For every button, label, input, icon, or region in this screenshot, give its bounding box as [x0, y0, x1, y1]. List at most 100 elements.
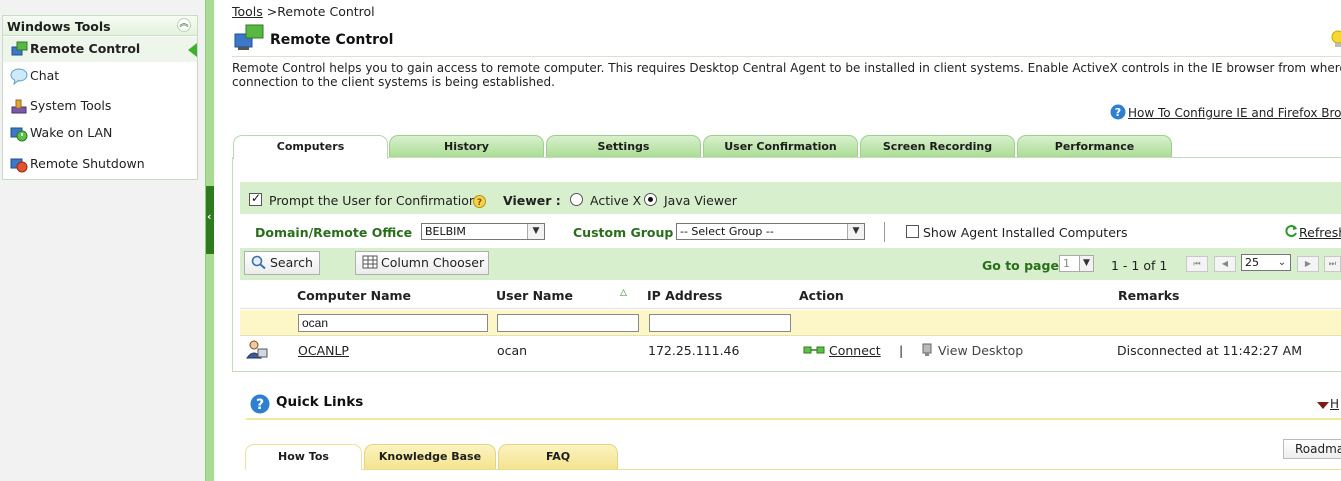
tab-user-confirmation[interactable]: User Confirmation: [703, 135, 858, 158]
quick-tab-how-tos[interactable]: How Tos: [245, 444, 362, 470]
column-header-computer-name[interactable]: Computer Name: [297, 288, 411, 303]
sidebar-item-label: Wake on LAN: [30, 125, 113, 140]
search-button[interactable]: Search: [244, 251, 320, 275]
chevron-down-icon: ▼: [527, 224, 544, 239]
roadmap-button[interactable]: Roadma: [1283, 439, 1341, 459]
column-chooser-button[interactable]: Column Chooser: [355, 251, 489, 275]
breadcrumb: Tools >Remote Control: [232, 4, 375, 19]
chevron-down-icon: ▼: [1079, 256, 1093, 271]
quick-tabs-divider: [246, 469, 1341, 470]
go-to-page-value: 1: [1063, 257, 1070, 270]
action-separator: |: [899, 343, 904, 358]
column-header-user-name[interactable]: User Name: [496, 288, 573, 303]
sidebar-item-label: Remote Control: [30, 41, 141, 56]
svg-text:?: ?: [477, 198, 482, 208]
first-page-icon[interactable]: ⏮: [1186, 256, 1208, 272]
tab-computers[interactable]: Computers: [233, 135, 388, 159]
next-page-icon[interactable]: ▶: [1297, 256, 1319, 272]
custom-group-select[interactable]: -- Select Group -- ▼: [676, 223, 865, 240]
rows-per-page-value: 25: [1245, 256, 1259, 269]
tab-screen-recording[interactable]: Screen Recording: [860, 135, 1015, 158]
sidebar-item-system-tools[interactable]: System Tools: [3, 94, 197, 119]
page-range-text: 1 - 1 of 1: [1111, 258, 1168, 273]
quick-links-help-icon: ?: [250, 394, 270, 414]
user-name-filter-input[interactable]: [497, 314, 639, 332]
sidebar-item-remote-shutdown[interactable]: Remote Shutdown: [3, 152, 197, 177]
show-agent-installed-label: Show Agent Installed Computers: [923, 225, 1128, 240]
column-header-action: Action: [799, 288, 844, 303]
help-icon: ?: [1110, 104, 1126, 120]
computer-user-icon: [246, 340, 268, 359]
chevron-down-icon: ▼: [847, 224, 864, 239]
last-page-icon[interactable]: ⏭: [1324, 256, 1341, 272]
tab-performance[interactable]: Performance: [1017, 135, 1172, 158]
column-chooser-icon: [362, 255, 378, 269]
connect-icon[interactable]: [803, 345, 825, 355]
sidebar-item-label: Remote Shutdown: [30, 156, 145, 171]
domain-label: Domain/Remote Office: [255, 225, 413, 240]
main-content: Tools >Remote Control Remote Control Rem…: [214, 0, 1341, 481]
info-icon[interactable]: ?: [473, 195, 486, 208]
prompt-confirmation-checkbox[interactable]: [249, 191, 262, 206]
quick-tab-faq[interactable]: FAQ: [498, 444, 618, 470]
search-button-label: Search: [270, 255, 313, 270]
previous-page-icon[interactable]: ◀: [1214, 256, 1236, 272]
go-to-page-label: Go to page: [982, 258, 1059, 273]
breadcrumb-separator: >: [266, 4, 278, 19]
rows-per-page-select[interactable]: 25 ⌄: [1241, 254, 1291, 271]
viewer-java-radio[interactable]: [644, 193, 657, 206]
title-divider: [232, 56, 1341, 57]
tab-settings[interactable]: Settings: [546, 135, 701, 158]
custom-group-select-value: -- Select Group --: [680, 225, 774, 238]
remarks-cell: Disconnected at 11:42:27 AM: [1117, 343, 1303, 358]
chevron-left-icon[interactable]: ‹: [207, 210, 212, 223]
view-desktop-link[interactable]: View Desktop: [938, 343, 1023, 358]
lightbulb-icon[interactable]: [1330, 30, 1341, 48]
user-name-cell: ocan: [497, 343, 528, 358]
sidebar-item-label: System Tools: [30, 98, 112, 113]
domain-select[interactable]: BELBIM ▼: [421, 223, 545, 240]
search-icon: [251, 255, 266, 269]
column-header-remarks[interactable]: Remarks: [1118, 288, 1179, 303]
viewer-activex-label: Active X: [590, 193, 642, 208]
computer-name-filter-input[interactable]: [298, 314, 488, 332]
column-header-ip-address[interactable]: IP Address: [647, 288, 722, 303]
description-line-1: Remote Control helps you to gain access …: [232, 61, 1341, 75]
sidebar-item-wake-on-lan[interactable]: Wake on LAN: [3, 121, 197, 146]
chevron-down-icon: ⌄: [1274, 255, 1290, 270]
viewer-java-label: Java Viewer: [664, 193, 737, 208]
refresh-link[interactable]: Refresh: [1299, 225, 1341, 240]
show-agent-installed-checkbox[interactable]: [906, 225, 919, 238]
custom-group-label: Custom Group: [573, 225, 674, 240]
active-pointer-icon: [188, 43, 197, 57]
sidebar-item-remote-control[interactable]: Remote Control: [3, 37, 197, 62]
tab-history[interactable]: History: [389, 135, 544, 158]
triangle-down-icon[interactable]: [1317, 402, 1329, 409]
refresh-icon[interactable]: [1285, 224, 1298, 238]
connect-link[interactable]: Connect: [829, 343, 881, 358]
sort-ascending-icon[interactable]: △: [620, 288, 627, 298]
system-tools-icon: [11, 99, 27, 114]
collapse-up-icon[interactable]: ︽: [177, 18, 191, 32]
view-desktop-icon: [922, 343, 932, 356]
quick-links-divider: [246, 418, 1341, 420]
quick-tab-knowledge-base[interactable]: Knowledge Base: [364, 444, 496, 470]
viewer-label: Viewer :: [503, 193, 561, 208]
go-to-page-select[interactable]: 1 ▼: [1059, 255, 1094, 272]
ip-address-filter-input[interactable]: [649, 314, 791, 332]
windows-tools-panel: Windows Tools ︽ Remote Control Chat Syst…: [2, 15, 198, 180]
sidebar-header: Windows Tools ︽: [3, 16, 197, 36]
wake-on-lan-icon: [10, 127, 28, 142]
sidebar-item-label: Chat: [30, 68, 60, 83]
sidebar-item-chat[interactable]: Chat: [3, 64, 197, 89]
breadcrumb-tools-link[interactable]: Tools: [232, 4, 263, 19]
page-description: Remote Control helps you to gain access …: [232, 61, 1341, 89]
computer-name-link[interactable]: OCANLP: [298, 343, 349, 358]
sidebar: Windows Tools ︽ Remote Control Chat Syst…: [0, 0, 205, 481]
configure-browser-help-link[interactable]: How To Configure IE and Firefox Bro: [1128, 106, 1341, 120]
description-line-2: connection to the client systems is bein…: [232, 75, 555, 89]
quick-links-hide-link[interactable]: H: [1330, 397, 1339, 411]
viewer-activex-radio[interactable]: [570, 193, 583, 206]
filter-divider: [884, 222, 885, 242]
column-chooser-label: Column Chooser: [381, 255, 485, 270]
